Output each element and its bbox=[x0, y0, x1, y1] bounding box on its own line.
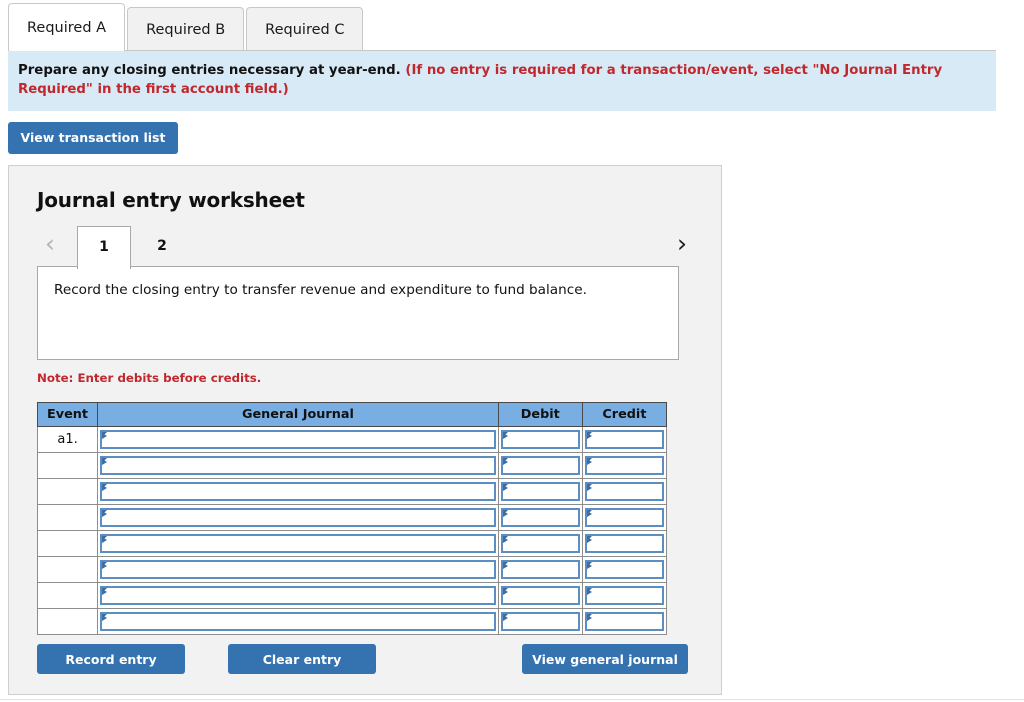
worksheet-pager: ‹ 1 2 › bbox=[37, 223, 695, 269]
debit-cell bbox=[497, 426, 583, 453]
view-general-journal-button[interactable]: View general journal bbox=[522, 644, 688, 674]
debit-cell bbox=[497, 530, 583, 557]
debit-input[interactable] bbox=[500, 508, 580, 527]
credit-input[interactable] bbox=[584, 586, 664, 605]
debit-cell bbox=[497, 556, 583, 583]
column-header-credit: Credit bbox=[581, 402, 668, 427]
credit-input[interactable] bbox=[584, 534, 664, 553]
credit-input[interactable] bbox=[584, 612, 664, 631]
event-cell bbox=[36, 504, 99, 531]
credit-cell bbox=[581, 426, 668, 453]
debit-input[interactable] bbox=[500, 430, 580, 449]
general-journal-cell bbox=[97, 504, 499, 531]
credit-input[interactable] bbox=[584, 456, 664, 475]
event-cell bbox=[36, 478, 99, 505]
general-journal-input[interactable] bbox=[100, 456, 496, 475]
table-row bbox=[36, 504, 668, 531]
table-row bbox=[36, 582, 668, 609]
debit-input[interactable] bbox=[500, 534, 580, 553]
tab-required-a[interactable]: Required A bbox=[8, 3, 126, 51]
credit-cell bbox=[581, 556, 668, 583]
credit-cell bbox=[581, 582, 668, 609]
debit-input[interactable] bbox=[500, 482, 580, 501]
credit-cell bbox=[581, 608, 668, 635]
debits-before-credits-note: Note: Enter debits before credits. bbox=[37, 371, 262, 385]
journal-entry-table-body: a1. bbox=[36, 426, 668, 635]
general-journal-input[interactable] bbox=[100, 482, 496, 501]
credit-input[interactable] bbox=[584, 508, 664, 527]
page-bottom-divider bbox=[0, 699, 1024, 700]
column-header-event: Event bbox=[36, 402, 99, 427]
clear-entry-button[interactable]: Clear entry bbox=[228, 644, 376, 674]
debit-cell bbox=[497, 478, 583, 505]
general-journal-cell bbox=[97, 426, 499, 453]
table-header-row: Event General Journal Debit Credit bbox=[36, 402, 668, 427]
debit-cell bbox=[497, 452, 583, 479]
worksheet-description-box: Record the closing entry to transfer rev… bbox=[37, 266, 679, 360]
general-journal-input[interactable] bbox=[100, 612, 496, 631]
instruction-main-text: Prepare any closing entries necessary at… bbox=[18, 63, 401, 78]
credit-cell bbox=[581, 530, 668, 557]
event-cell bbox=[36, 582, 99, 609]
debit-input[interactable] bbox=[500, 560, 580, 579]
debit-input[interactable] bbox=[500, 612, 580, 631]
credit-input[interactable] bbox=[584, 560, 664, 579]
credit-cell bbox=[581, 478, 668, 505]
record-entry-button[interactable]: Record entry bbox=[37, 644, 185, 674]
general-journal-cell bbox=[97, 530, 499, 557]
general-journal-cell bbox=[97, 556, 499, 583]
debit-cell bbox=[497, 608, 583, 635]
table-row bbox=[36, 452, 668, 479]
general-journal-cell bbox=[97, 608, 499, 635]
table-row bbox=[36, 556, 668, 583]
table-row bbox=[36, 478, 668, 505]
page-root: Required A Required B Required C Prepare… bbox=[0, 0, 1024, 702]
column-header-debit: Debit bbox=[497, 402, 583, 427]
worksheet-description-text: Record the closing entry to transfer rev… bbox=[54, 282, 587, 298]
general-journal-cell bbox=[97, 478, 499, 505]
chevron-right-icon[interactable]: › bbox=[669, 228, 695, 260]
view-transaction-list-button[interactable]: View transaction list bbox=[8, 122, 178, 154]
worksheet-page-tab-2[interactable]: 2 bbox=[141, 226, 183, 269]
chevron-left-icon[interactable]: ‹ bbox=[37, 228, 63, 260]
column-header-general-journal: General Journal bbox=[97, 402, 499, 427]
general-journal-input[interactable] bbox=[100, 508, 496, 527]
debit-input[interactable] bbox=[500, 586, 580, 605]
table-row: a1. bbox=[36, 426, 668, 453]
tab-required-c[interactable]: Required C bbox=[246, 7, 364, 51]
credit-input[interactable] bbox=[584, 430, 664, 449]
event-cell bbox=[36, 556, 99, 583]
page-title: Journal entry worksheet bbox=[37, 188, 305, 212]
requirement-tabs: Required A Required B Required C bbox=[8, 3, 365, 51]
general-journal-input[interactable] bbox=[100, 534, 496, 553]
journal-entry-worksheet-panel: Journal entry worksheet ‹ 1 2 › Record t… bbox=[8, 165, 722, 695]
debit-cell bbox=[497, 582, 583, 609]
credit-cell bbox=[581, 504, 668, 531]
table-row bbox=[36, 608, 668, 635]
event-cell bbox=[36, 452, 99, 479]
tab-required-b[interactable]: Required B bbox=[127, 7, 245, 51]
worksheet-page-tab-1[interactable]: 1 bbox=[77, 226, 131, 269]
debit-input[interactable] bbox=[500, 456, 580, 475]
event-cell bbox=[36, 530, 99, 557]
general-journal-cell bbox=[97, 452, 499, 479]
event-cell bbox=[36, 608, 99, 635]
credit-cell bbox=[581, 452, 668, 479]
general-journal-input[interactable] bbox=[100, 430, 496, 449]
event-cell: a1. bbox=[36, 426, 99, 453]
general-journal-input[interactable] bbox=[100, 560, 496, 579]
table-row bbox=[36, 530, 668, 557]
debit-cell bbox=[497, 504, 583, 531]
general-journal-input[interactable] bbox=[100, 586, 496, 605]
journal-entry-table: Event General Journal Debit Credit a1. bbox=[36, 402, 668, 635]
general-journal-cell bbox=[97, 582, 499, 609]
instruction-banner: Prepare any closing entries necessary at… bbox=[8, 51, 996, 111]
credit-input[interactable] bbox=[584, 482, 664, 501]
